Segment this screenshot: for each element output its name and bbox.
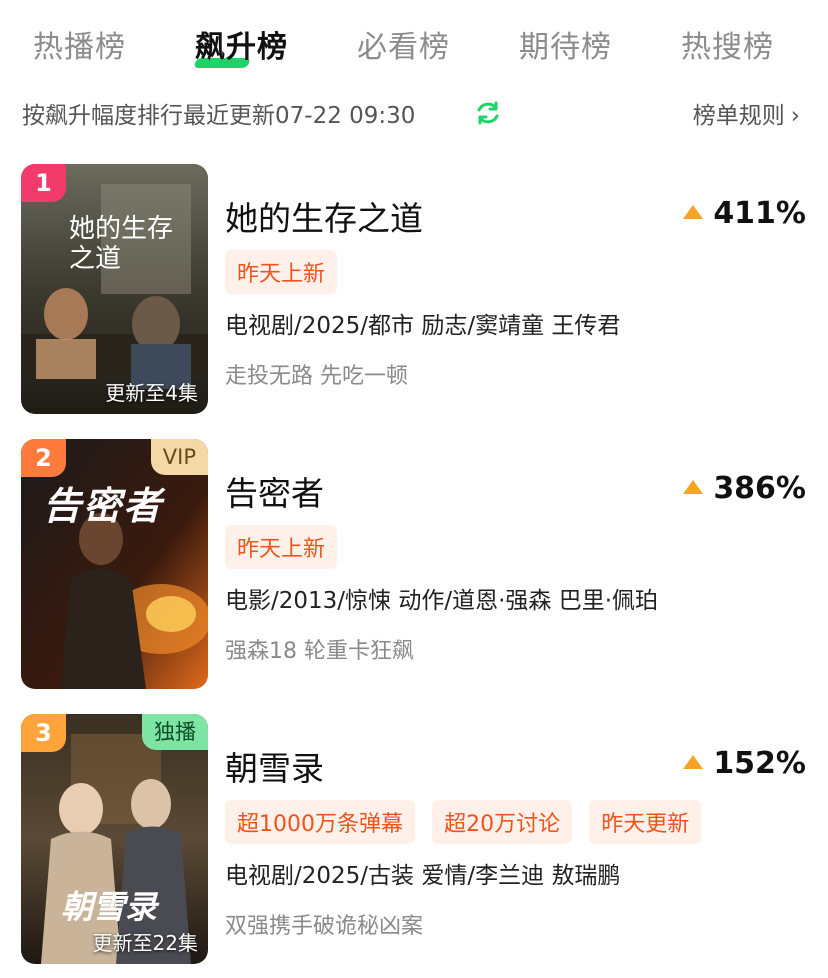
tab-hot-search[interactable]: 热搜榜	[681, 22, 774, 66]
item-subtitle: 走投无路 先吃一顿	[225, 364, 408, 389]
trend-up-icon	[683, 755, 704, 769]
item-title[interactable]: 告密者	[225, 467, 324, 515]
item-meta: 电影/2013/惊悚 动作/道恩·强森 巴里·佩珀	[225, 588, 659, 614]
tag: 昨天上新	[225, 250, 338, 294]
rank-badge: 3	[21, 714, 66, 752]
poster-title-art: 告密者	[43, 483, 164, 528]
tab-rising[interactable]: 飙升榜	[195, 22, 288, 66]
trend-up-icon	[683, 480, 704, 494]
item-title[interactable]: 她的生存之道	[225, 192, 423, 240]
refresh-icon[interactable]	[474, 99, 502, 127]
tag: 昨天更新	[589, 800, 702, 844]
ranking-tabs: 热播榜 飙升榜 必看榜 期待榜 热搜榜	[0, 0, 828, 80]
item-subtitle: 双强携手破诡秘凶案	[225, 914, 424, 939]
tag: 超1000万条弹幕	[225, 800, 415, 844]
item-meta: 电视剧/2025/都市 励志/窦靖童 王传君	[225, 313, 621, 339]
poster[interactable]: 朝雪录 3 独播 更新至22集	[21, 714, 208, 964]
tag: 超20万讨论	[432, 800, 573, 844]
vip-badge: VIP	[150, 439, 208, 475]
poster-title-art: 她的生存之道	[69, 214, 174, 274]
list-item[interactable]: 她的生存之道 1 更新至4集 她的生存之道 411% 昨天上新 电视剧/2025…	[0, 164, 828, 416]
poster[interactable]: 她的生存之道 1 更新至4集	[21, 164, 208, 414]
poster-title-art: 朝雪录	[61, 888, 158, 926]
episode-caption: 更新至22集	[92, 931, 198, 955]
rank-badge: 2	[21, 439, 66, 477]
trend-up-icon	[683, 205, 704, 219]
list-item[interactable]: 告密者 2 VIP 告密者 386% 昨天上新 电影/2013/惊悚 动作/道恩…	[0, 439, 828, 691]
trend-value: 411%	[683, 196, 806, 231]
item-title[interactable]: 朝雪录	[225, 742, 324, 790]
item-subtitle: 强森18 轮重卡狂飙	[225, 639, 414, 664]
chevron-right-icon: ›	[790, 103, 800, 129]
tag-list: 昨天上新	[225, 525, 349, 569]
rules-link[interactable]: 榜单规则 ›	[693, 96, 800, 130]
rules-label: 榜单规则	[692, 103, 785, 129]
tab-anticipated[interactable]: 期待榜	[519, 22, 612, 66]
update-description: 按飙升幅度排行最近更新07-22 09:30	[22, 103, 416, 129]
update-info-bar: 按飙升幅度排行最近更新07-22 09:30 榜单规则 ›	[22, 96, 812, 132]
list-item[interactable]: 朝雪录 3 独播 更新至22集 朝雪录 152% 超1000万条弹幕 超20万讨…	[0, 714, 828, 966]
item-meta: 电视剧/2025/古装 爱情/李兰迪 敖瑞鹏	[225, 863, 621, 889]
exclusive-badge: 独播	[142, 714, 208, 750]
tag-list: 超1000万条弹幕 超20万讨论 昨天更新	[225, 800, 713, 844]
episode-caption: 更新至4集	[105, 381, 198, 405]
trend-value: 386%	[683, 471, 806, 506]
tag: 昨天上新	[225, 525, 338, 569]
tag-list: 昨天上新	[225, 250, 349, 294]
trend-value: 152%	[683, 746, 806, 781]
poster[interactable]: 告密者 2 VIP	[21, 439, 208, 689]
tab-hot-play[interactable]: 热播榜	[33, 22, 126, 66]
rank-badge: 1	[21, 164, 66, 202]
tab-must-watch[interactable]: 必看榜	[357, 22, 450, 66]
